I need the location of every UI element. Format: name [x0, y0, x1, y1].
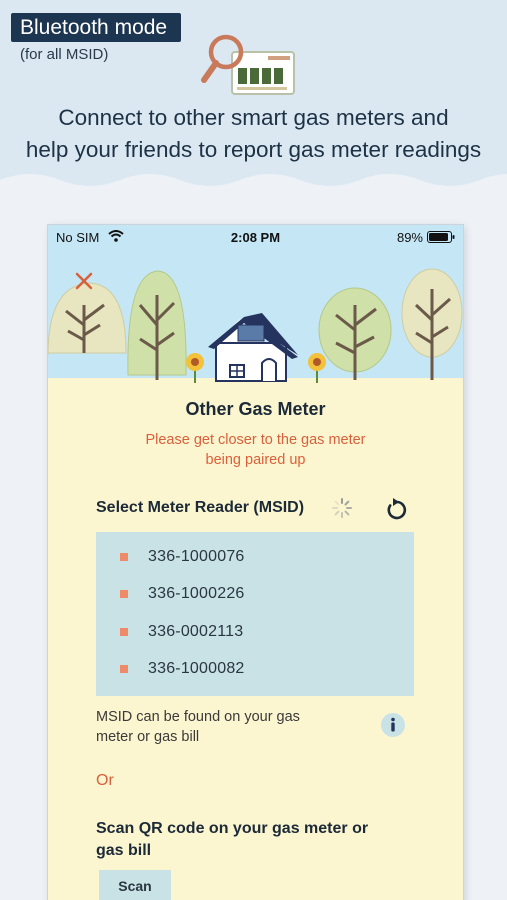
- bullet-marker: [120, 552, 128, 561]
- tagline: Connect to other smart gas meters and he…: [0, 102, 507, 166]
- msid-list-item[interactable]: 336-1000226: [96, 576, 414, 614]
- help-line-2: meter or gas bill: [96, 729, 200, 745]
- refresh-icon[interactable]: [385, 497, 409, 521]
- msid-value: 336-1000076: [148, 547, 245, 565]
- close-icon[interactable]: [74, 271, 94, 291]
- msid-list-item[interactable]: 336-1000082: [96, 651, 414, 689]
- bullet-marker: [120, 665, 128, 674]
- or-separator: Or: [96, 772, 114, 789]
- hint-line-1: Please get closer to the gas meter: [145, 432, 366, 448]
- msid-list-item[interactable]: 336-0002113: [96, 613, 414, 651]
- magnifier-meter-icon: [201, 34, 295, 95]
- msid-help-text: MSID can be found on your gas meter or g…: [96, 707, 356, 747]
- battery-percent: 89%: [396, 230, 423, 245]
- bullet-marker: [120, 627, 128, 636]
- tagline-line-2: help your friends to report gas meter re…: [25, 137, 482, 162]
- select-meter-label: Select Meter Reader (MSID): [96, 499, 305, 516]
- msid-list-item[interactable]: 336-1000076: [96, 538, 414, 576]
- msid-value: 336-0002113: [148, 622, 244, 640]
- battery-icon: [427, 231, 455, 243]
- hint-line-2: being paired up: [205, 452, 306, 468]
- info-icon[interactable]: [380, 712, 406, 738]
- wave-divider: [0, 174, 507, 228]
- page-title: Other Gas Meter: [185, 399, 326, 419]
- phone-screen: No SIM 2:08 PM 89% Other Gas Meter Pleas…: [48, 225, 463, 900]
- tagline-line-1: Connect to other smart gas meters and: [58, 105, 449, 130]
- scenery-illustration: [48, 225, 463, 385]
- msid-value: 336-1000082: [148, 660, 245, 678]
- proximity-hint: Please get closer to the gas meter being…: [108, 430, 403, 470]
- mode-badge: Bluetooth mode: [11, 13, 181, 42]
- scan-line-1: Scan QR code on your gas meter or: [96, 820, 369, 837]
- mode-subtitle: (for all MSID): [20, 46, 109, 63]
- scan-instruction: Scan QR code on your gas meter or gas bi…: [96, 818, 406, 862]
- msid-value: 336-1000226: [148, 585, 245, 603]
- status-bar: No SIM 2:08 PM 89%: [48, 225, 463, 249]
- help-line-1: MSID can be found on your gas: [96, 709, 300, 725]
- msid-list: 336-1000076 336-1000226 336-0002113 336-…: [96, 532, 414, 696]
- scan-line-2: gas bill: [96, 842, 152, 859]
- bullet-marker: [120, 590, 128, 599]
- scan-button[interactable]: Scan: [99, 870, 171, 900]
- loading-spinner-icon: [332, 498, 352, 518]
